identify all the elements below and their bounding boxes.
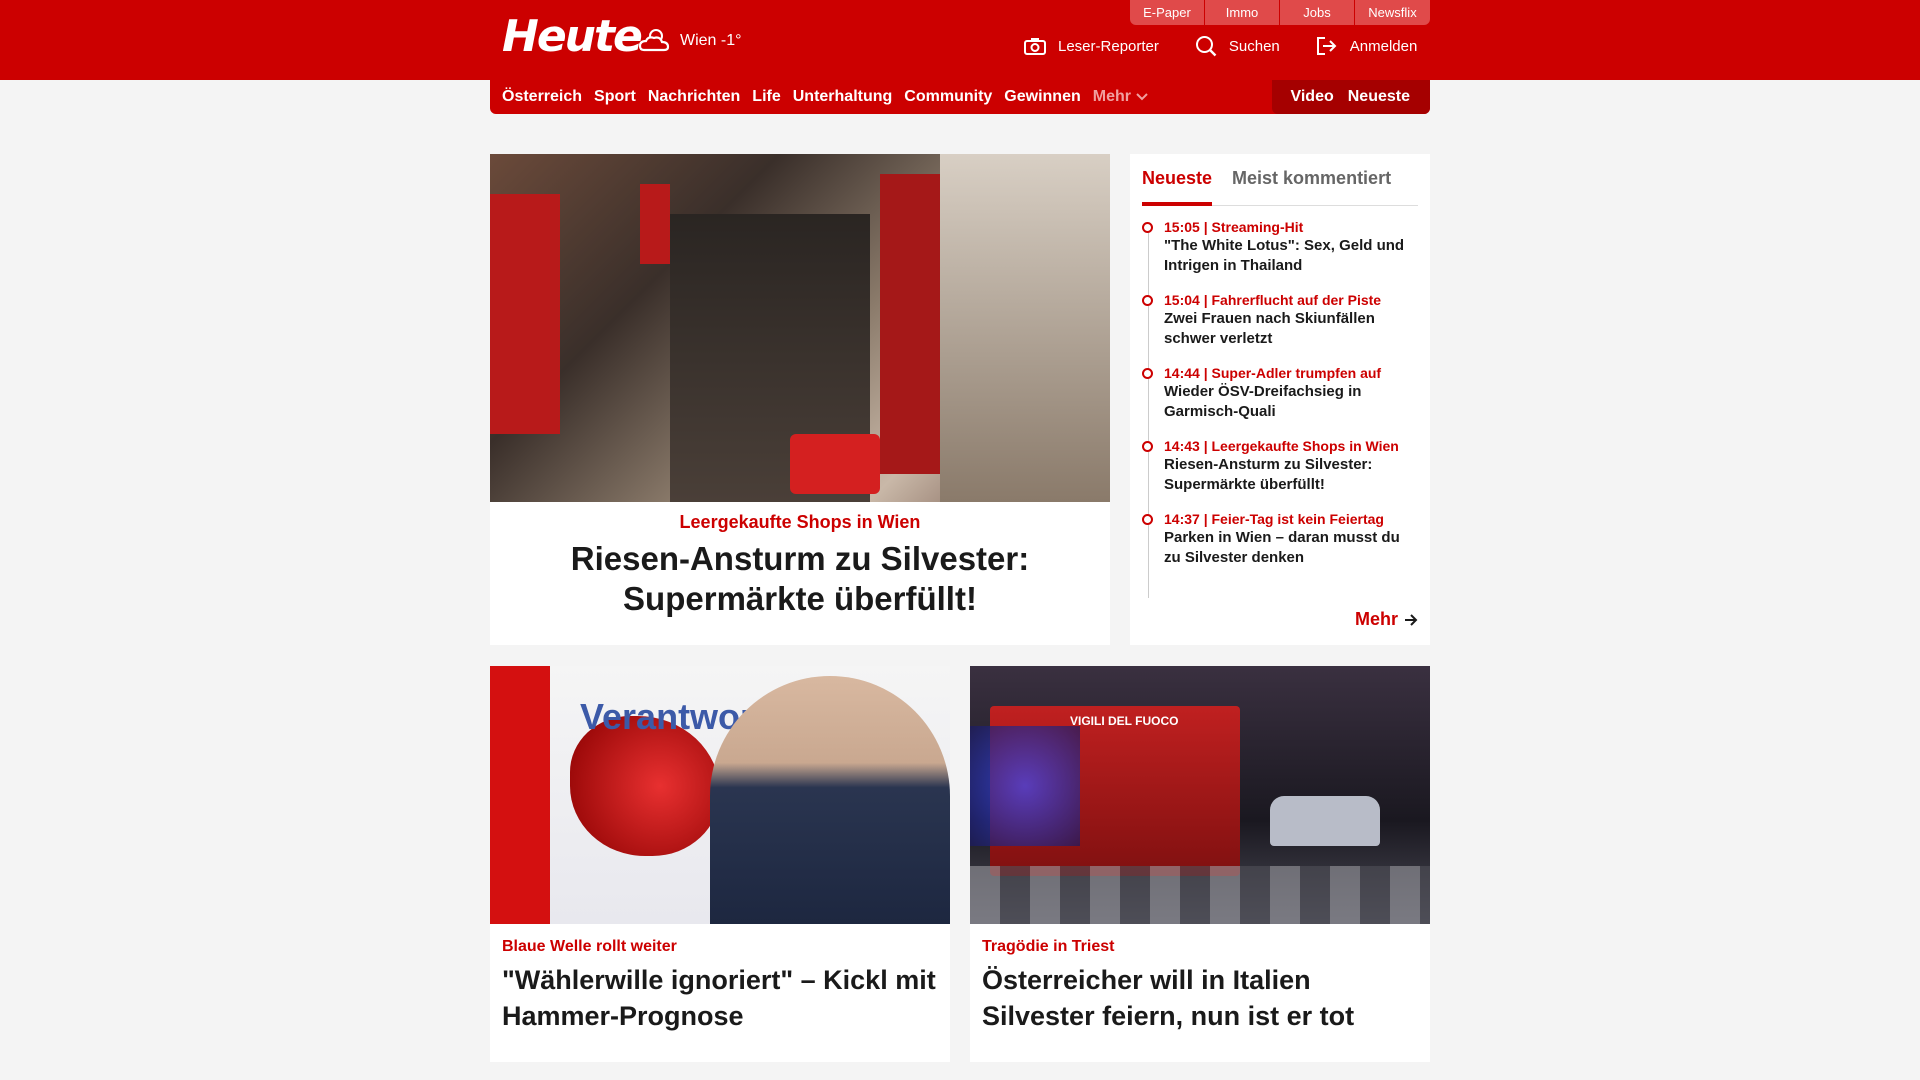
- feed-item-title[interactable]: Wieder ÖSV-Dreifachsieg in Garmisch-Qual…: [1164, 382, 1418, 422]
- card-title[interactable]: Österreicher will in Italien Silvester f…: [982, 962, 1418, 1034]
- login-button[interactable]: Anmelden: [1316, 35, 1418, 57]
- header-actions: Leser-Reporter Suchen Anmelden: [1024, 35, 1417, 57]
- timeline-dot: [1142, 295, 1153, 306]
- feed-item[interactable]: 14:44 | Super-Adler trumpfen auf Wieder …: [1142, 364, 1418, 422]
- article-image-triest: VIGILI DEL FUOCO: [970, 666, 1430, 924]
- leser-reporter-button[interactable]: Leser-Reporter: [1024, 35, 1159, 57]
- site-header: Heute Wien -1° E-Paper Immo Jobs Newsfli…: [0, 0, 1920, 80]
- weather-cloud-icon: [638, 29, 670, 52]
- service-tab-epaper[interactable]: E-Paper: [1130, 0, 1205, 25]
- hero-image: [490, 154, 1110, 502]
- nav-video-link[interactable]: Video: [1290, 88, 1333, 106]
- weather-text: Wien -1°: [680, 32, 742, 49]
- search-label: Suchen: [1228, 37, 1280, 55]
- timeline-dot: [1142, 441, 1153, 452]
- feed-item-meta: 15:04 | Fahrerflucht auf der Piste: [1164, 292, 1382, 308]
- truck-label-text: VIGILI DEL FUOCO: [1070, 714, 1179, 728]
- feed-item-meta: 15:05 | Streaming-Hit: [1164, 219, 1304, 235]
- tab-meist-kommentiert[interactable]: Meist kommentiert: [1232, 164, 1391, 205]
- feed-item-title[interactable]: Zwei Frauen nach Skiunfällen schwer verl…: [1164, 309, 1418, 349]
- nav-item-oesterreich[interactable]: Österreich: [502, 88, 582, 106]
- leser-reporter-label: Leser-Reporter: [1058, 37, 1159, 55]
- search-button[interactable]: Suchen: [1195, 35, 1280, 57]
- camera-icon: [1024, 38, 1046, 55]
- main-navigation: Österreich Sport Nachrichten Life Unterh…: [490, 80, 1430, 114]
- feed-more-label: Mehr: [1354, 609, 1398, 629]
- nav-more-label: Mehr: [1092, 88, 1131, 105]
- feed-item[interactable]: 14:37 | Feier-Tag ist kein Feiertag Park…: [1142, 510, 1418, 568]
- feed-item-meta: 14:44 | Super-Adler trumpfen auf: [1164, 365, 1382, 381]
- article-image-kickl: Verantwortung für: [490, 666, 950, 924]
- news-feed-sidebar: Neueste Meist kommentiert 15:05 | Stream…: [1130, 154, 1430, 645]
- login-label: Anmelden: [1349, 37, 1418, 55]
- hero-kicker: Leergekaufte Shops in Wien: [679, 512, 921, 532]
- timeline-dot: [1142, 222, 1153, 233]
- feed-item[interactable]: 15:04 | Fahrerflucht auf der Piste Zwei …: [1142, 291, 1418, 349]
- card-kicker: Tragödie in Triest: [982, 938, 1115, 955]
- nav-item-gewinnen[interactable]: Gewinnen: [1004, 88, 1080, 106]
- timeline-dot: [1142, 514, 1153, 525]
- service-tabs: E-Paper Immo Jobs Newsflix: [1130, 0, 1430, 25]
- heute-logo[interactable]: Heute: [502, 12, 643, 62]
- service-tab-newsflix[interactable]: Newsflix: [1355, 0, 1430, 25]
- feed-item-title[interactable]: Parken in Wien – daran musst du zu Silve…: [1164, 528, 1418, 568]
- timeline-dot: [1142, 368, 1153, 379]
- feed-tabs: Neueste Meist kommentiert: [1142, 164, 1418, 206]
- card-kicker: Blaue Welle rollt weiter: [502, 938, 677, 955]
- feed-more-link[interactable]: Mehr: [1355, 609, 1418, 630]
- tab-neueste[interactable]: Neueste: [1142, 164, 1213, 206]
- nav-neueste-link[interactable]: Neueste: [1348, 88, 1410, 106]
- nav-more-dropdown[interactable]: Mehr: [1093, 88, 1149, 106]
- card-title[interactable]: "Wählerwille ignoriert" – Kickl mit Hamm…: [502, 962, 938, 1034]
- nav-item-sport[interactable]: Sport: [594, 88, 636, 106]
- feed-item[interactable]: 15:05 | Streaming-Hit "The White Lotus":…: [1142, 218, 1418, 276]
- arrow-right-icon: [1405, 613, 1418, 626]
- feed-item[interactable]: 14:43 | Leergekaufte Shops in Wien Riese…: [1142, 437, 1418, 495]
- search-icon: [1195, 36, 1217, 57]
- chevron-down-icon: [1136, 93, 1148, 101]
- feed-item-meta: 14:43 | Leergekaufte Shops in Wien: [1164, 438, 1399, 454]
- nav-item-nachrichten[interactable]: Nachrichten: [648, 88, 740, 106]
- nav-item-life[interactable]: Life: [752, 88, 780, 106]
- feed-list: 15:05 | Streaming-Hit "The White Lotus":…: [1142, 218, 1418, 598]
- feed-item-title[interactable]: "The White Lotus": Sex, Geld und Intrige…: [1164, 236, 1418, 276]
- service-tab-immo[interactable]: Immo: [1205, 0, 1280, 25]
- hero-article[interactable]: Leergekaufte Shops in Wien Riesen-Anstur…: [490, 154, 1110, 645]
- service-tab-jobs[interactable]: Jobs: [1280, 0, 1355, 25]
- login-icon: [1316, 37, 1337, 55]
- feed-item-title[interactable]: Riesen-Ansturm zu Silvester: Supermärkte…: [1164, 455, 1418, 495]
- weather-widget[interactable]: Wien -1°: [638, 26, 742, 56]
- feed-item-meta: 14:37 | Feier-Tag ist kein Feiertag: [1164, 511, 1384, 527]
- hero-title[interactable]: Riesen-Ansturm zu Silvester: Supermärkte…: [490, 539, 1110, 619]
- nav-item-unterhaltung[interactable]: Unterhaltung: [793, 88, 893, 106]
- nav-right-group: Video Neueste: [1272, 80, 1430, 114]
- nav-item-community[interactable]: Community: [904, 88, 992, 106]
- article-card-triest[interactable]: VIGILI DEL FUOCO Tragödie in Triest Öste…: [970, 666, 1430, 1062]
- article-card-kickl[interactable]: Verantwortung für Blaue Welle rollt weit…: [490, 666, 950, 1062]
